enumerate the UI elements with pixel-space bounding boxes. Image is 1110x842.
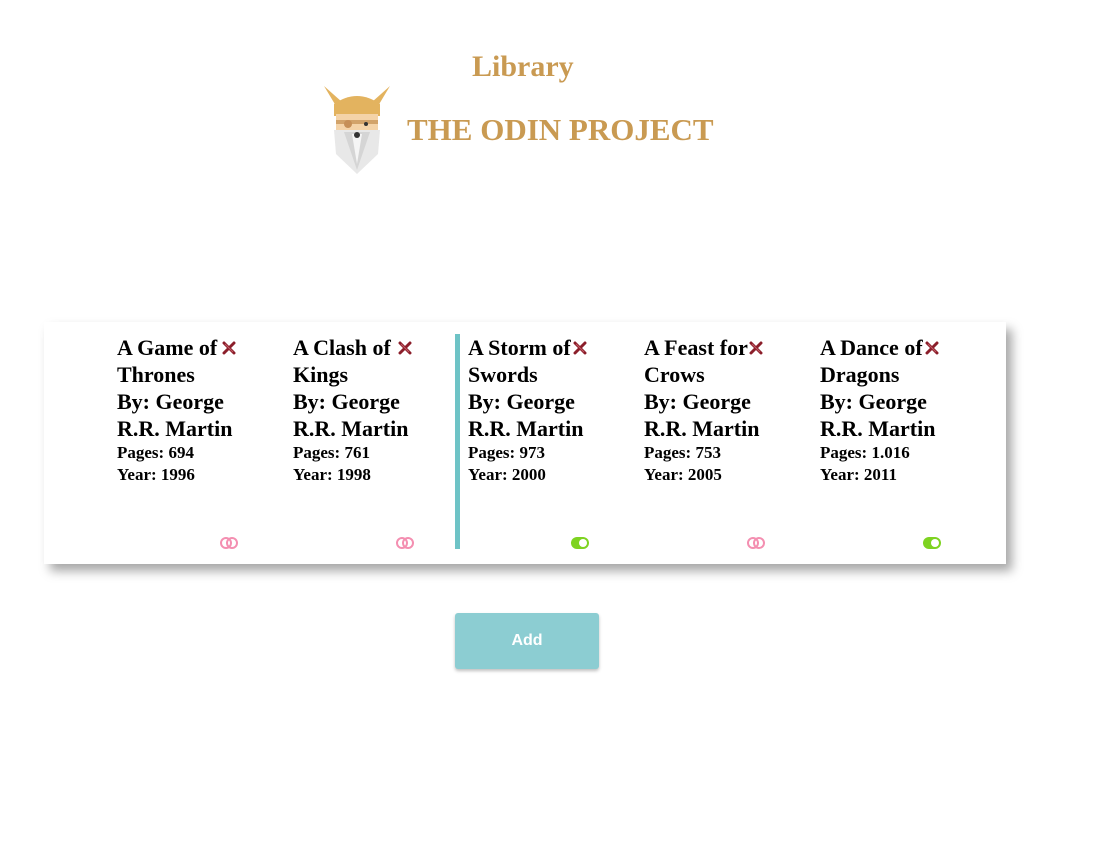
book-title: A Dance of Dragons — [820, 335, 923, 387]
book-card: A Game of Thrones By: George R.R. Martin… — [117, 334, 269, 550]
delete-icon[interactable] — [398, 341, 412, 355]
delete-icon[interactable] — [222, 341, 236, 355]
read-toggle-icon[interactable] — [220, 536, 238, 550]
book-card: A Dance of Dragons By: George R.R. Marti… — [820, 334, 972, 550]
book-pages: Pages: 753 — [644, 443, 721, 462]
book-title: A Storm of Swords — [468, 335, 571, 387]
page-title: Library — [472, 50, 574, 83]
book-pages: Pages: 761 — [293, 443, 370, 462]
book-author: By: George R.R. Martin — [820, 389, 936, 441]
book-card-selected: A Storm of Swords By: George R.R. Martin… — [455, 334, 620, 550]
read-toggle-icon[interactable] — [571, 536, 589, 550]
read-toggle-icon[interactable] — [747, 536, 765, 550]
book-title: A Game of Thrones — [117, 335, 218, 387]
add-book-button[interactable]: Add — [455, 613, 599, 669]
delete-icon[interactable] — [925, 341, 939, 355]
delete-icon[interactable] — [749, 341, 763, 355]
book-card: A Clash of Kings By: George R.R. Martin … — [293, 334, 445, 550]
read-toggle-icon[interactable] — [396, 536, 414, 550]
book-list-panel: A Game of Thrones By: George R.R. Martin… — [44, 322, 1006, 564]
book-author: By: George R.R. Martin — [117, 389, 233, 441]
book-year: Year: 1996 — [117, 464, 195, 484]
book-card: A Feast for Crows By: George R.R. Martin… — [644, 334, 796, 550]
project-name: THE ODIN PROJECT — [407, 112, 714, 147]
book-pages: Pages: 1.016 — [820, 443, 910, 462]
book-title: A Feast for Crows — [644, 335, 748, 387]
odin-logo-icon — [322, 84, 392, 176]
book-pages: Pages: 694 — [117, 443, 194, 462]
book-title: A Clash of Kings — [293, 335, 391, 387]
book-year: Year: 2011 — [820, 464, 897, 484]
book-author: By: George R.R. Martin — [644, 389, 760, 441]
read-toggle-icon[interactable] — [923, 536, 941, 550]
book-year: Year: 1998 — [293, 464, 371, 484]
book-author: By: George R.R. Martin — [293, 389, 409, 441]
book-year: Year: 2000 — [468, 464, 546, 484]
delete-icon[interactable] — [573, 341, 587, 355]
book-author: By: George R.R. Martin — [468, 389, 584, 441]
book-year: Year: 2005 — [644, 464, 722, 484]
book-pages: Pages: 973 — [468, 443, 545, 462]
